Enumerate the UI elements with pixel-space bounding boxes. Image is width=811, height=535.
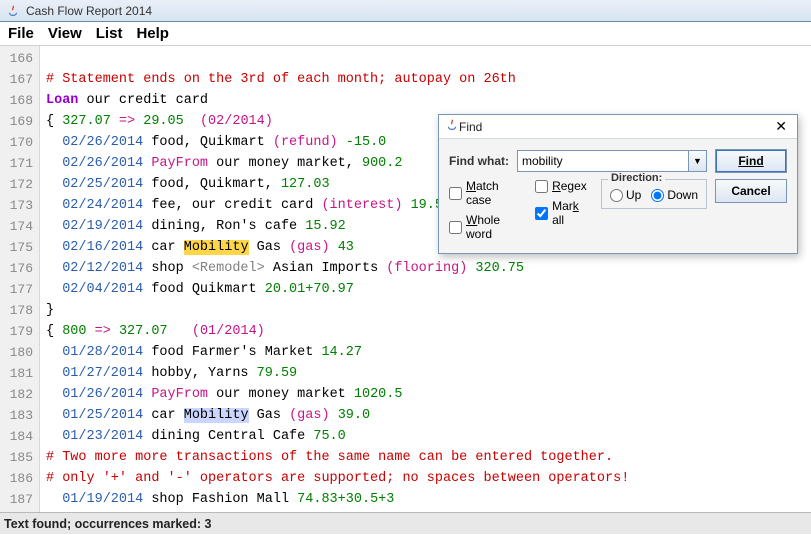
line-number: 179 bbox=[0, 321, 39, 342]
direction-down-radio[interactable]: Down bbox=[651, 188, 698, 202]
line-number: 169 bbox=[0, 111, 39, 132]
java-icon bbox=[445, 118, 459, 135]
line-number: 178 bbox=[0, 300, 39, 321]
code-line[interactable]: # Two more more transactions of the same… bbox=[46, 447, 811, 468]
code-line[interactable]: # Statement ends on the 3rd of each mont… bbox=[46, 69, 811, 90]
code-line[interactable]: 01/25/2014 car Mobility Gas (gas) 39.0 bbox=[46, 405, 811, 426]
line-number: 166 bbox=[0, 48, 39, 69]
code-line[interactable]: 02/12/2014 shop <Remodel> Asian Imports … bbox=[46, 258, 811, 279]
line-number: 182 bbox=[0, 384, 39, 405]
java-icon bbox=[6, 4, 20, 18]
line-number: 180 bbox=[0, 342, 39, 363]
close-icon[interactable]: ✕ bbox=[771, 118, 791, 135]
code-line[interactable]: # only '+' and '-' operators are support… bbox=[46, 468, 811, 489]
line-number: 168 bbox=[0, 90, 39, 111]
direction-group: Direction: Up Down bbox=[601, 179, 707, 209]
find-what-label: Find what: bbox=[449, 154, 509, 168]
whole-word-checkbox[interactable]: Whole word bbox=[449, 213, 525, 241]
line-number: 167 bbox=[0, 69, 39, 90]
menubar: File View List Help bbox=[0, 22, 811, 46]
find-what-combo: ▼ bbox=[517, 150, 707, 172]
menu-help[interactable]: Help bbox=[136, 25, 169, 42]
regex-checkbox[interactable]: Regex bbox=[535, 179, 591, 193]
code-line[interactable]: 01/28/2014 food Farmer's Market 14.27 bbox=[46, 342, 811, 363]
line-number: 172 bbox=[0, 174, 39, 195]
cancel-button[interactable]: Cancel bbox=[715, 179, 787, 203]
line-number: 177 bbox=[0, 279, 39, 300]
line-number: 174 bbox=[0, 216, 39, 237]
mark-all-checkbox[interactable]: Mark all bbox=[535, 199, 591, 227]
line-number: 175 bbox=[0, 237, 39, 258]
menu-file[interactable]: File bbox=[8, 25, 34, 42]
line-number: 181 bbox=[0, 363, 39, 384]
status-bar: Text found; occurrences marked: 3 bbox=[0, 512, 811, 534]
direction-up-radio[interactable]: Up bbox=[610, 188, 641, 202]
find-dialog: Find ✕ Find what: ▼ Find Match case Whol… bbox=[438, 114, 798, 254]
code-line[interactable]: 01/27/2014 hobby, Yarns 79.59 bbox=[46, 363, 811, 384]
window-title: Cash Flow Report 2014 bbox=[26, 4, 152, 18]
line-number: 183 bbox=[0, 405, 39, 426]
line-number: 171 bbox=[0, 153, 39, 174]
code-line[interactable]: 01/19/2014 shop Fashion Mall 74.83+30.5+… bbox=[46, 489, 811, 510]
code-line[interactable]: 01/23/2014 dining Central Cafe 75.0 bbox=[46, 426, 811, 447]
match-case-checkbox[interactable]: Match case bbox=[449, 179, 525, 207]
find-dialog-title: Find bbox=[459, 120, 771, 134]
direction-legend: Direction: bbox=[608, 172, 665, 184]
menu-view[interactable]: View bbox=[48, 25, 82, 42]
code-line[interactable]: } bbox=[46, 300, 811, 321]
menu-list[interactable]: List bbox=[96, 25, 123, 42]
find-dialog-titlebar: Find ✕ bbox=[439, 115, 797, 139]
find-button[interactable]: Find bbox=[715, 149, 787, 173]
code-line[interactable]: 02/04/2014 food Quikmart 20.01+70.97 bbox=[46, 279, 811, 300]
line-number-gutter: 1661671681691701711721731741751761771781… bbox=[0, 46, 40, 512]
line-number: 187 bbox=[0, 489, 39, 510]
line-number: 176 bbox=[0, 258, 39, 279]
find-what-input[interactable] bbox=[517, 150, 689, 172]
code-line[interactable] bbox=[46, 48, 811, 69]
chevron-down-icon[interactable]: ▼ bbox=[689, 150, 707, 172]
window-titlebar: Cash Flow Report 2014 bbox=[0, 0, 811, 22]
line-number: 184 bbox=[0, 426, 39, 447]
code-line[interactable]: Loan our credit card bbox=[46, 90, 811, 111]
code-line[interactable]: 01/26/2014 PayFrom our money market 1020… bbox=[46, 384, 811, 405]
line-number: 170 bbox=[0, 132, 39, 153]
line-number: 185 bbox=[0, 447, 39, 468]
line-number: 186 bbox=[0, 468, 39, 489]
code-line[interactable]: { 800 => 327.07 (01/2014) bbox=[46, 321, 811, 342]
status-text: Text found; occurrences marked: 3 bbox=[4, 517, 211, 531]
line-number: 173 bbox=[0, 195, 39, 216]
